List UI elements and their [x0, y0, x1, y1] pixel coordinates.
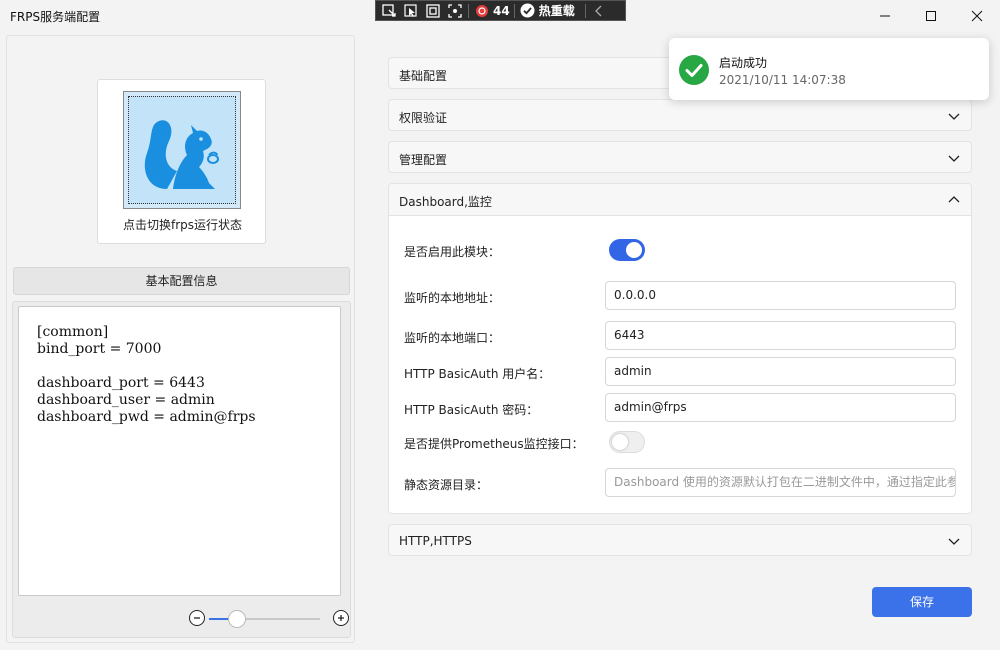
zoom-slider-thumb[interactable]: [227, 610, 246, 628]
maximize-button[interactable]: [908, 0, 954, 32]
basicauth-password-label: HTTP BasicAuth 密码：: [404, 403, 539, 417]
accordion-dashboard-header[interactable]: Dashboard,监控: [389, 184, 971, 216]
select-element-icon[interactable]: [402, 3, 420, 18]
minus-icon: [194, 617, 200, 619]
zoom-out-button[interactable]: [189, 610, 205, 626]
listen-address-input[interactable]: 0.0.0.0: [605, 281, 956, 310]
accordion-label: 权限验证: [399, 111, 448, 125]
listen-port-label: 监听的本地端口：: [404, 331, 501, 345]
minimize-icon: [880, 15, 890, 17]
live-visual-tree-icon[interactable]: [380, 3, 398, 18]
basicauth-password-input[interactable]: admin@frps: [605, 393, 956, 422]
close-icon: [971, 10, 983, 22]
plus-icon: [338, 615, 344, 621]
accordion-label: HTTP,HTTPS: [399, 534, 472, 548]
title-bar: FRPS服务端配置 44 热重载: [0, 0, 1000, 32]
basicauth-user-input[interactable]: admin: [605, 357, 956, 386]
toolbar-separator: [513, 3, 515, 18]
frame-rate-icon[interactable]: [473, 3, 491, 18]
left-panel: 点击切换frps运行状态 基本配置信息 [common] bind_port =…: [6, 35, 355, 643]
toggle-knob: [612, 434, 628, 450]
accordion-auth[interactable]: 权限验证: [388, 99, 972, 131]
window-title: FRPS服务端配置: [10, 10, 101, 24]
config-preview-container: [common] bind_port = 7000 dashboard_port…: [12, 301, 351, 638]
prometheus-toggle[interactable]: [609, 431, 645, 453]
config-preview-text[interactable]: [common] bind_port = 7000 dashboard_port…: [18, 306, 341, 596]
chevron-down-icon: [948, 538, 960, 545]
listen-port-input[interactable]: 6443: [605, 321, 956, 350]
toolbar-separator: [584, 3, 586, 18]
hot-reload-label: 热重载: [538, 4, 575, 18]
debug-toolbar: 44 热重载: [375, 0, 626, 21]
minimize-button[interactable]: [862, 0, 908, 32]
frps-logo-button[interactable]: [123, 91, 241, 209]
logo-caption: 点击切换frps运行状态: [122, 218, 243, 232]
logo-card[interactable]: 点击切换frps运行状态: [97, 79, 266, 244]
accordion-http-https[interactable]: HTTP,HTTPS: [388, 524, 972, 556]
maximize-icon: [926, 11, 936, 21]
collapse-toolbar-icon[interactable]: [590, 3, 608, 18]
focus-rectangle: [128, 96, 236, 204]
toggle-knob: [626, 242, 642, 258]
close-button[interactable]: [954, 0, 1000, 32]
track-focus-icon[interactable]: [446, 3, 464, 18]
static-dir-input[interactable]: Dashboard 使用的资源默认打包在二进制文件中，通过指定此参: [605, 468, 956, 497]
toast-timestamp: 2021/10/11 14:07:38: [719, 73, 846, 87]
toolbar-separator: [468, 3, 469, 18]
static-dir-label: 静态资源目录：: [404, 478, 489, 492]
success-toast: 启动成功 2021/10/11 14:07:38: [669, 38, 989, 100]
hot-reload-check-icon: [519, 3, 537, 18]
display-layout-adorners-icon[interactable]: [424, 3, 442, 18]
accordion-label: Dashboard,监控: [399, 195, 492, 209]
chevron-down-icon: [948, 113, 960, 120]
zoom-slider[interactable]: [209, 610, 320, 628]
zoom-in-button[interactable]: [333, 610, 349, 626]
toast-title: 启动成功: [719, 56, 768, 70]
accordion-label: 基础配置: [399, 69, 448, 83]
chevron-up-icon: [948, 196, 960, 203]
squirrel-icon: [144, 120, 219, 189]
accordion-manage[interactable]: 管理配置: [388, 141, 972, 173]
chevron-down-icon: [948, 155, 960, 162]
fps-counter: 44: [493, 3, 510, 18]
prometheus-label: 是否提供Prometheus监控接口：: [404, 437, 584, 451]
accordion-dashboard: Dashboard,监控 是否启用此模块： 监听的本地地址： 0.0.0.0 监…: [388, 183, 972, 514]
basicauth-user-label: HTTP BasicAuth 用户名：: [404, 367, 551, 381]
save-button[interactable]: 保存: [872, 587, 972, 617]
listen-address-label: 监听的本地地址：: [404, 291, 501, 305]
success-check-icon: [679, 55, 709, 85]
basic-config-info-button[interactable]: 基本配置信息: [13, 267, 350, 295]
enable-module-toggle[interactable]: [609, 239, 645, 261]
accordion-label: 管理配置: [399, 153, 448, 167]
enable-module-label: 是否启用此模块：: [404, 245, 501, 259]
